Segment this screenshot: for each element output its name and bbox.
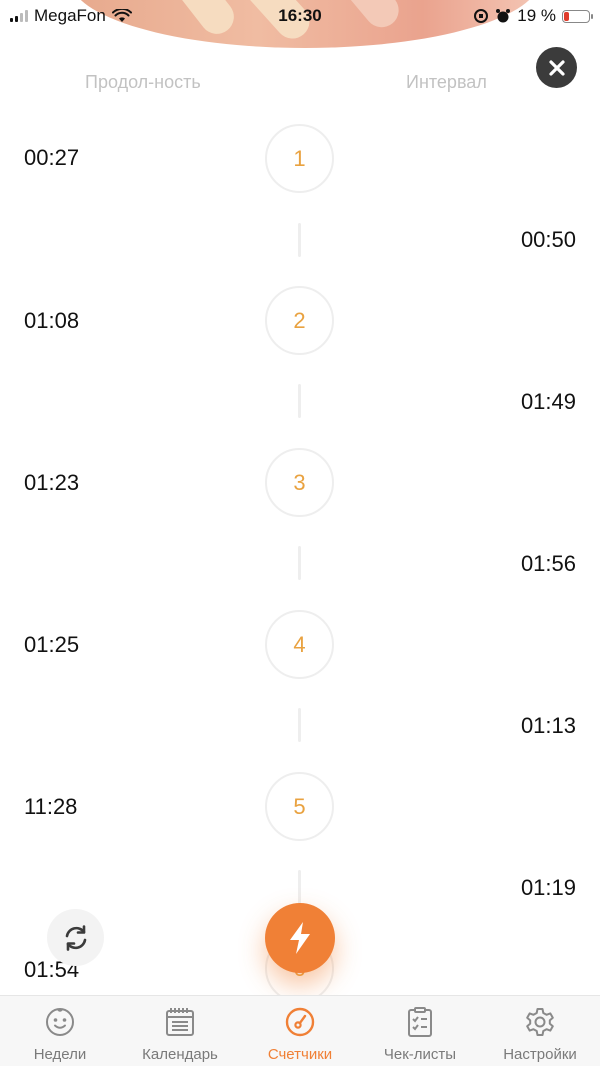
checklist-icon — [408, 1007, 432, 1037]
refresh-button[interactable] — [47, 909, 104, 966]
interval-value: 01:49 — [520, 389, 576, 414]
lightning-icon — [290, 922, 310, 954]
duration-value: 00:27 — [24, 145, 80, 170]
contraction-list: 00:27 1 00:50 01:08 2 01:49 01:23 3 01:5… — [0, 0, 600, 1003]
duration-value: 01:25 — [24, 632, 80, 657]
duration-value: 01:23 — [24, 470, 80, 495]
tab-label: Календарь — [142, 1046, 218, 1063]
tab-label: Чек-листы — [383, 1046, 457, 1063]
duration-value: 01:08 — [24, 308, 80, 333]
tab-bar: Недели Календарь Счетчики Чек-листы Наст… — [0, 995, 600, 1066]
timeline-connector — [298, 384, 301, 418]
tab-counters[interactable]: Счетчики — [240, 996, 360, 1066]
tab-label: Недели — [33, 1046, 87, 1063]
tab-weeks[interactable]: Недели — [0, 996, 120, 1066]
contraction-number-badge: 5 — [265, 772, 334, 841]
baby-face-icon — [46, 1008, 74, 1036]
timeline-connector — [298, 223, 301, 257]
timeline-connector — [298, 708, 301, 742]
contraction-number-badge: 4 — [265, 610, 334, 679]
refresh-icon — [65, 924, 86, 951]
contraction-number-badge: 2 — [265, 286, 334, 355]
start-contraction-button[interactable] — [265, 903, 335, 973]
tab-settings[interactable]: Настройки — [480, 996, 600, 1066]
tab-calendar[interactable]: Календарь — [120, 996, 240, 1066]
calendar-icon — [166, 1008, 194, 1036]
tab-checklists[interactable]: Чек-листы — [360, 996, 480, 1066]
contraction-number-badge: 3 — [265, 448, 334, 517]
contraction-number-badge: 1 — [265, 124, 334, 193]
counter-gauge-icon — [285, 1007, 315, 1037]
interval-value: 00:50 — [520, 227, 576, 252]
interval-value: 01:19 — [520, 875, 576, 900]
timeline-connector — [298, 546, 301, 580]
interval-value: 01:13 — [520, 713, 576, 738]
duration-value: 11:28 — [24, 794, 78, 819]
gear-icon — [526, 1008, 554, 1036]
tab-label: Счетчики — [267, 1046, 333, 1063]
timeline-connector — [298, 870, 301, 904]
tab-label: Настройки — [503, 1046, 577, 1063]
interval-value: 01:56 — [520, 551, 576, 576]
